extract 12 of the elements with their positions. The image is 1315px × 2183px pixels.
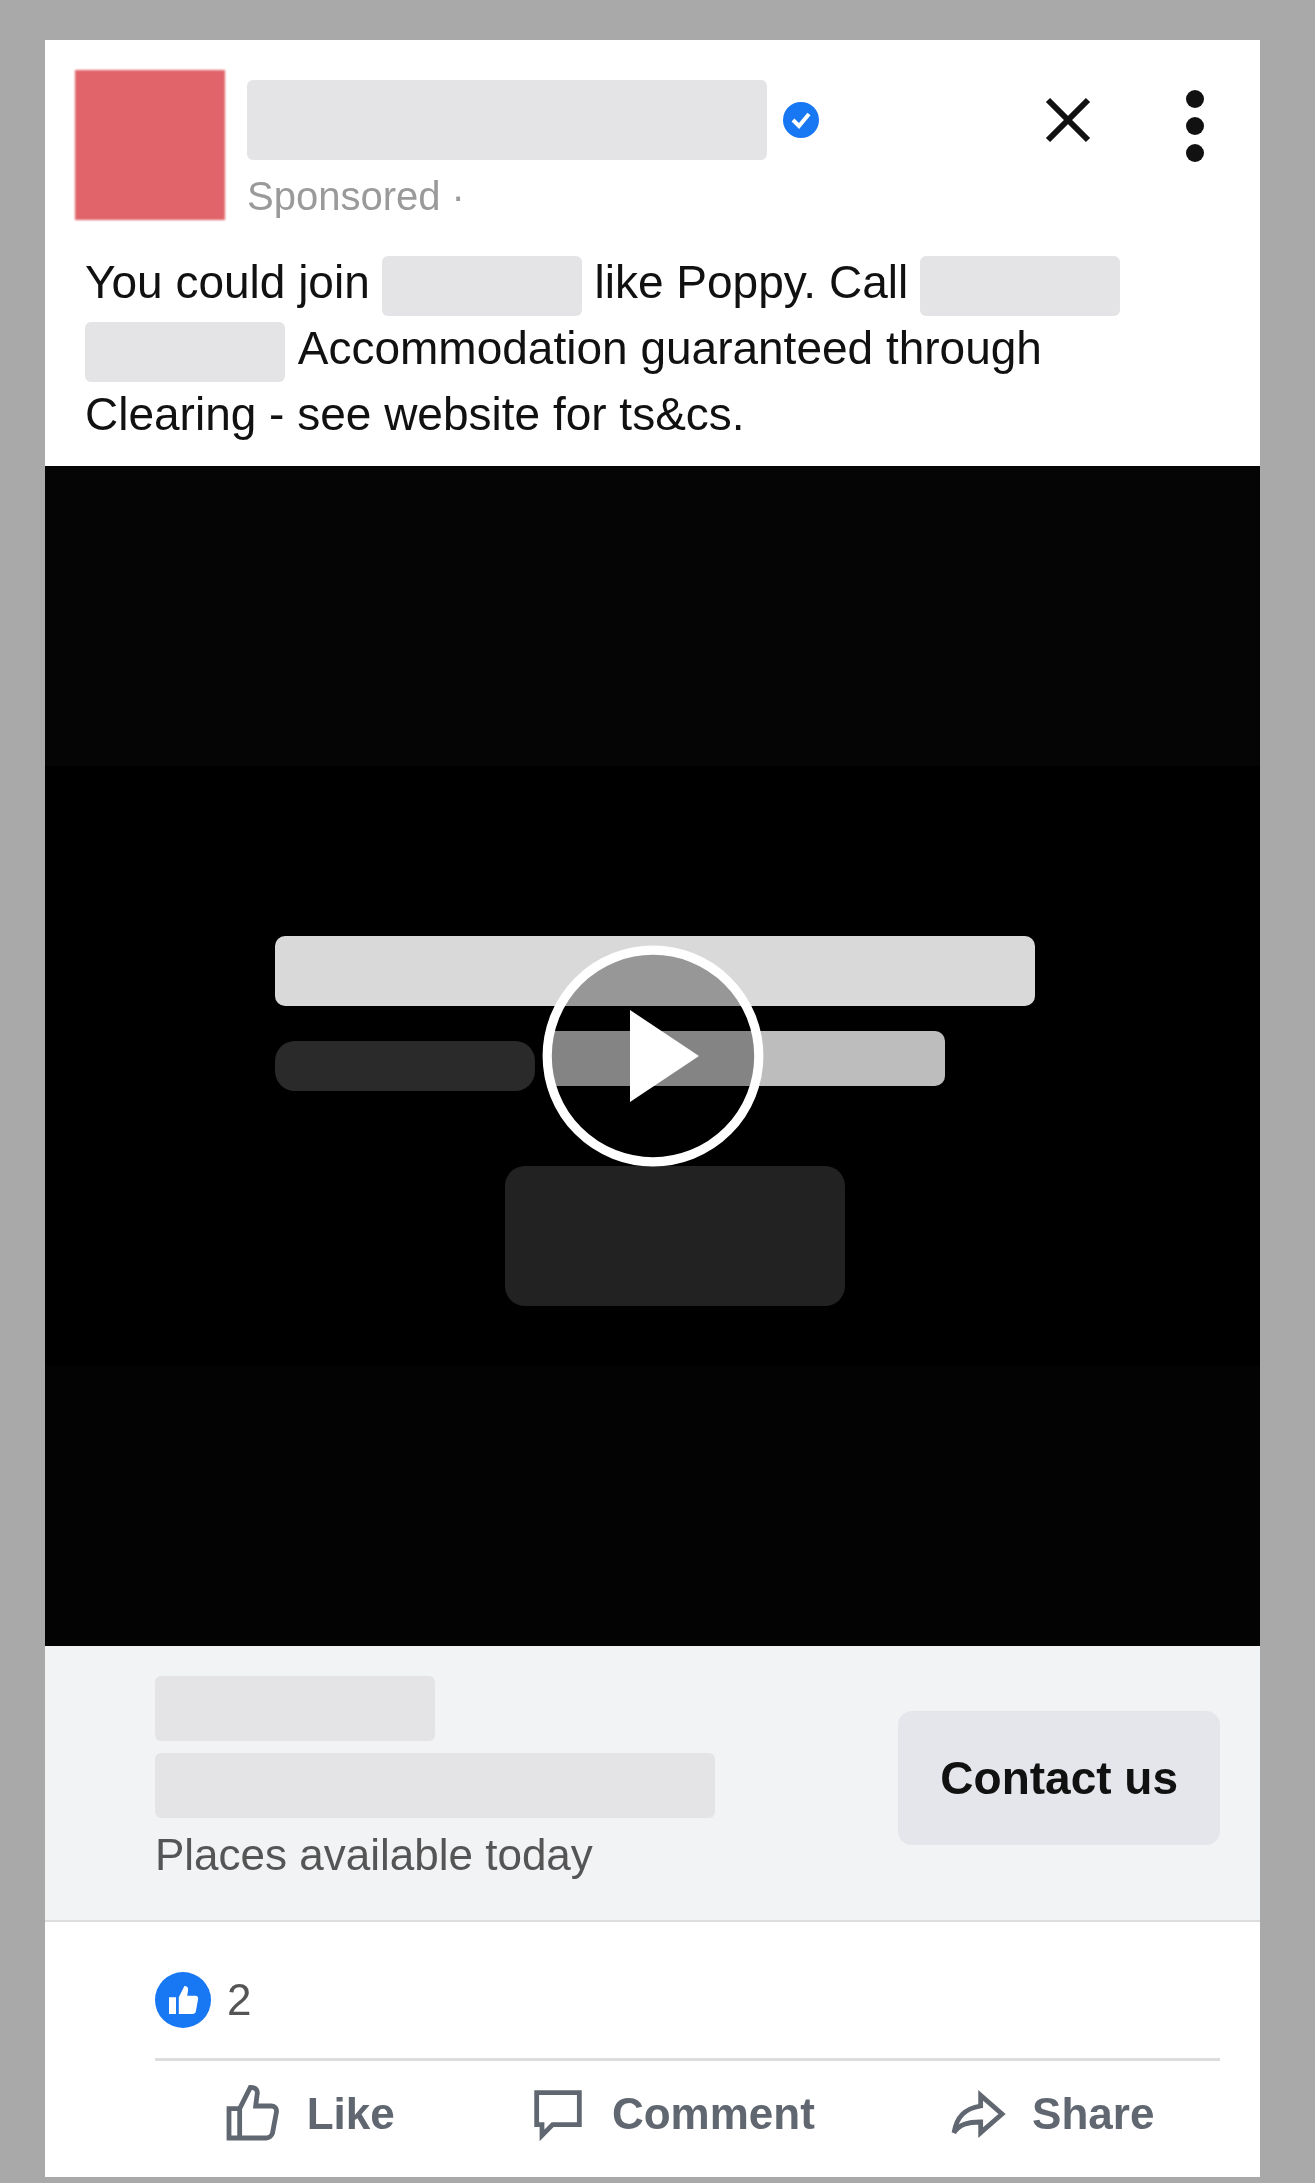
- comment-button[interactable]: Comment: [519, 2081, 821, 2148]
- link-description: Places available today: [155, 1830, 594, 1881]
- caption-text: Clearing - see website for ts&cs.: [85, 386, 745, 442]
- share-button[interactable]: Share: [940, 2081, 1161, 2148]
- sponsored-label: Sponsored ·: [247, 174, 466, 219]
- reaction-count[interactable]: 2: [227, 1975, 252, 2026]
- caption-text: Accommodation guaranteed through: [297, 320, 1042, 376]
- caption-text: like Poppy. Call: [594, 255, 909, 310]
- like-button[interactable]: Like: [214, 2081, 401, 2148]
- contact-button[interactable]: Contact us: [898, 1711, 1220, 1846]
- caption-text: You could join: [85, 255, 370, 310]
- like-reaction-icon: [155, 1972, 211, 2029]
